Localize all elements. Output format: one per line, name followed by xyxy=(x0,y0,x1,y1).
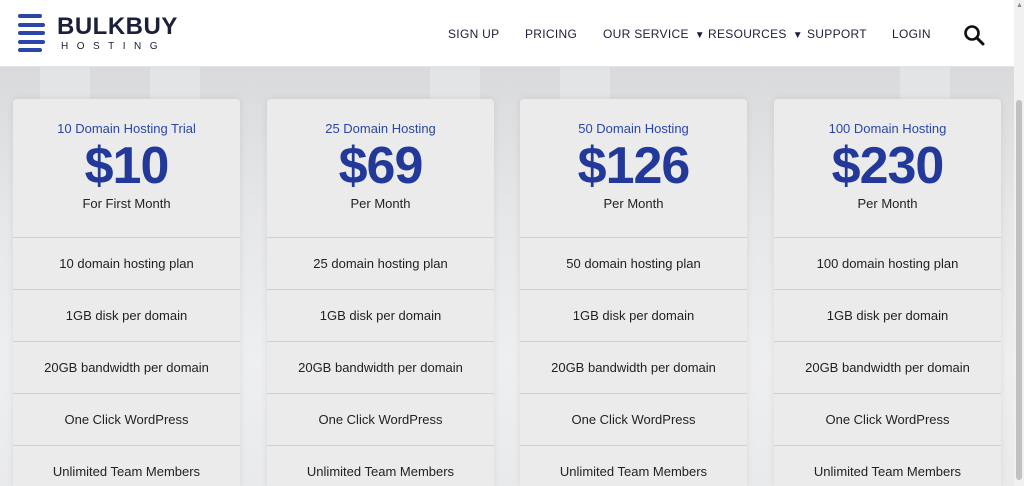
plan-feature: 50 domain hosting plan xyxy=(520,238,747,290)
nav-sign-up[interactable]: SIGN UP xyxy=(448,27,499,41)
plan-name: 50 Domain Hosting xyxy=(578,121,689,136)
plan-feature: 1GB disk per domain xyxy=(13,290,240,342)
plan-feature: 20GB bandwidth per domain xyxy=(13,342,240,394)
plan-feature: Unlimited Team Members xyxy=(267,446,494,486)
search-icon[interactable] xyxy=(963,24,985,46)
plan-feature: Unlimited Team Members xyxy=(13,446,240,486)
plan-period: For First Month xyxy=(82,196,171,211)
logo-subtitle: HOSTING xyxy=(61,40,167,52)
logo-wordmark: BULKBUY xyxy=(57,12,178,40)
plan-period: Per Month xyxy=(603,196,664,211)
plan-feature: Unlimited Team Members xyxy=(520,446,747,486)
chevron-down-icon: ▼ xyxy=(694,30,705,41)
plan-price: $126 xyxy=(577,137,691,195)
plan-feature: One Click WordPress xyxy=(774,394,1001,446)
plan-price: $10 xyxy=(84,137,170,195)
pricing-card: 50 Domain Hosting $126 Per Month 50 doma… xyxy=(520,99,747,486)
plan-feature: Unlimited Team Members xyxy=(774,446,1001,486)
logo-icon xyxy=(18,14,45,52)
plan-feature: One Click WordPress xyxy=(13,394,240,446)
plan-feature: 20GB bandwidth per domain xyxy=(267,342,494,394)
pricing-card: 100 Domain Hosting $230 Per Month 100 do… xyxy=(774,99,1001,486)
pricing-card: 25 Domain Hosting $69 Per Month 25 domai… xyxy=(267,99,494,486)
plan-name: 25 Domain Hosting xyxy=(325,121,436,136)
plan-feature: 1GB disk per domain xyxy=(267,290,494,342)
scroll-thumb[interactable] xyxy=(1016,100,1022,480)
pricing-card: 10 Domain Hosting Trial $10 For First Mo… xyxy=(13,99,240,486)
plan-period: Per Month xyxy=(350,196,411,211)
chevron-down-icon: ▼ xyxy=(792,30,803,41)
plan-feature: 1GB disk per domain xyxy=(520,290,747,342)
plan-feature: 1GB disk per domain xyxy=(774,290,1001,342)
nav-pricing[interactable]: PRICING xyxy=(525,27,577,41)
nav-resources[interactable]: RESOURCES ▼ xyxy=(708,27,803,41)
plan-feature: 100 domain hosting plan xyxy=(774,238,1001,290)
plan-feature: One Click WordPress xyxy=(520,394,747,446)
plan-price: $69 xyxy=(338,137,424,195)
plan-feature: 20GB bandwidth per domain xyxy=(774,342,1001,394)
nav-login[interactable]: LOGIN xyxy=(892,27,931,41)
page-scrollbar[interactable]: ▲ xyxy=(1014,0,1024,486)
plan-name: 100 Domain Hosting xyxy=(828,121,947,136)
plan-name: 10 Domain Hosting Trial xyxy=(57,121,196,136)
plan-feature: 25 domain hosting plan xyxy=(267,238,494,290)
plan-period: Per Month xyxy=(857,196,918,211)
logo[interactable]: BULKBUY HOSTING xyxy=(18,14,178,52)
nav-our-service[interactable]: OUR SERVICE ▼ xyxy=(603,27,705,41)
plan-feature: 20GB bandwidth per domain xyxy=(520,342,747,394)
scroll-up-icon[interactable]: ▲ xyxy=(1016,2,1023,9)
plan-feature: One Click WordPress xyxy=(267,394,494,446)
plan-price: $230 xyxy=(831,137,945,195)
nav-support[interactable]: SUPPORT xyxy=(807,27,867,41)
site-header: BULKBUY HOSTING SIGN UP PRICING OUR SERV… xyxy=(0,0,1014,67)
plan-feature: 10 domain hosting plan xyxy=(13,238,240,290)
